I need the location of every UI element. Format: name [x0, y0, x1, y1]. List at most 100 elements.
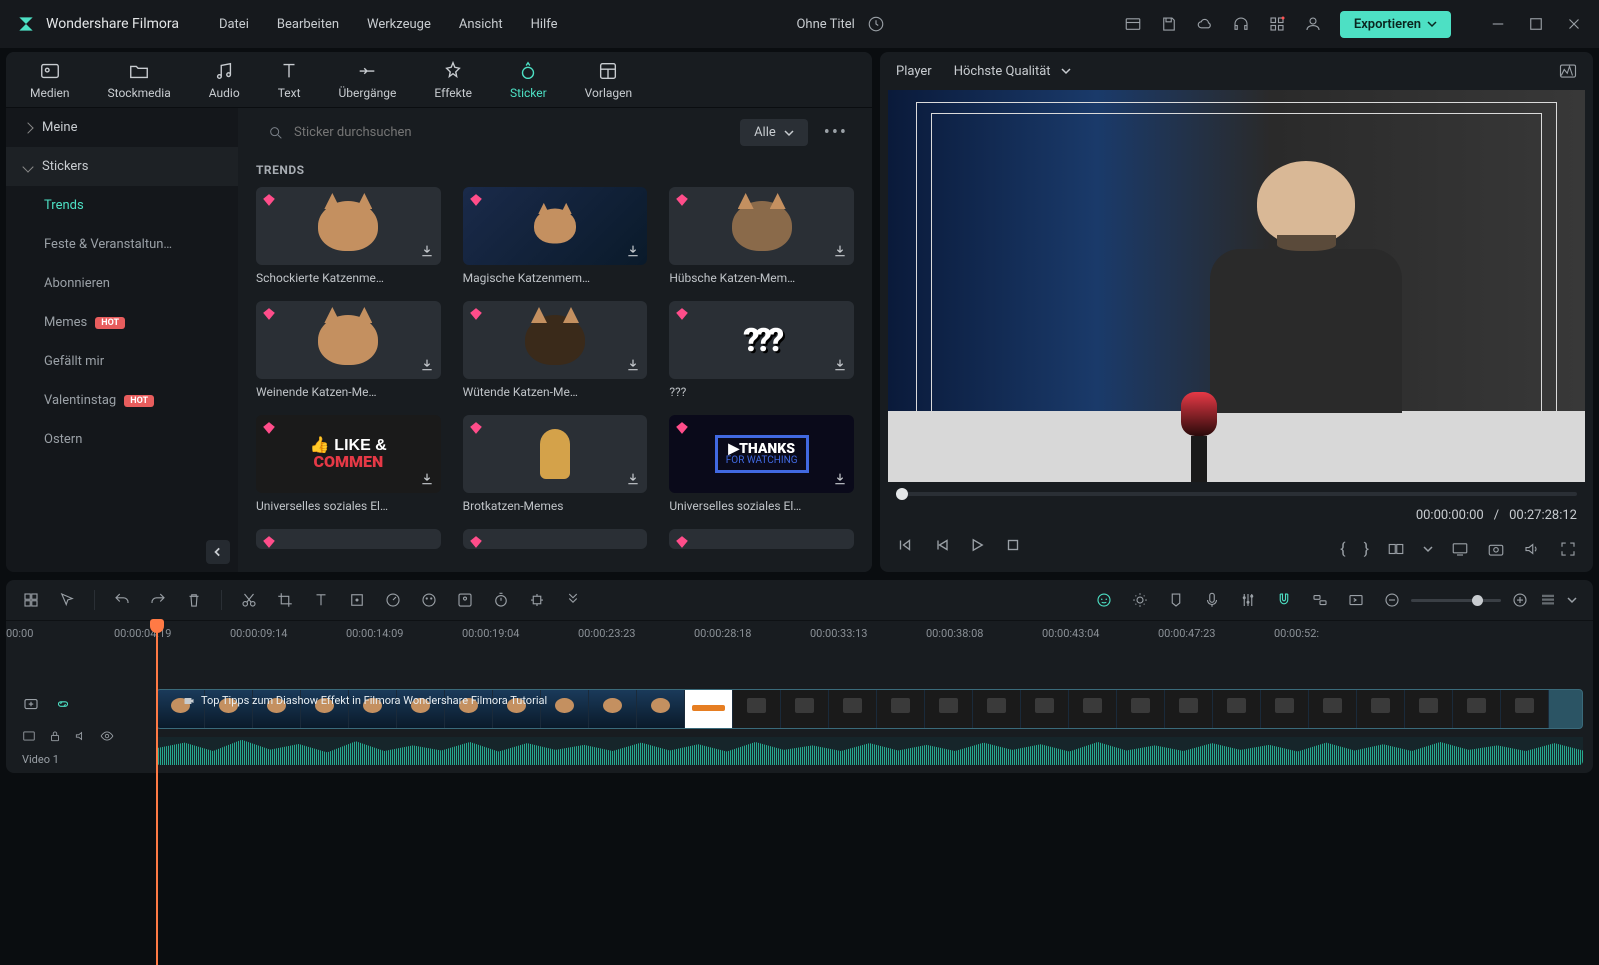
eye-icon[interactable] — [100, 729, 114, 743]
magnet-icon[interactable] — [1275, 591, 1293, 609]
zoom-in-icon[interactable] — [1511, 591, 1529, 609]
fullscreen-icon[interactable] — [1559, 540, 1577, 558]
grid-item[interactable]: Magische Katzenmem… — [463, 187, 648, 285]
motion-icon[interactable] — [528, 591, 546, 609]
play-backward-icon[interactable] — [932, 536, 950, 554]
menu-datei[interactable]: Datei — [219, 17, 249, 32]
cut-icon[interactable] — [240, 591, 258, 609]
cloud-icon[interactable] — [1196, 15, 1214, 33]
video-clip[interactable]: Top Tipps zum Diashow Effekt in Filmora … — [156, 689, 1583, 729]
grid-item[interactable]: ▶THANKSFOR WATCHINGUniverselles soziales… — [669, 415, 854, 513]
download-icon[interactable] — [419, 471, 435, 487]
mic-icon[interactable] — [1203, 591, 1221, 609]
audio-waveform[interactable] — [156, 737, 1583, 765]
speed-icon[interactable] — [384, 591, 402, 609]
grid-item[interactable]: Schockierte Katzenme… — [256, 187, 441, 285]
prev-frame-icon[interactable] — [896, 536, 914, 554]
tab-uebergaenge[interactable]: Übergänge — [339, 60, 397, 100]
tab-vorlagen[interactable]: Vorlagen — [585, 60, 632, 100]
sidebar-item-ostern[interactable]: Ostern — [6, 420, 238, 459]
grid-item[interactable]: Wütende Katzen-Me… — [463, 301, 648, 399]
filter-dropdown[interactable]: Alle — [740, 119, 808, 146]
chevron-down-icon[interactable] — [1423, 544, 1433, 554]
redo-icon[interactable] — [149, 591, 167, 609]
preview-monitor[interactable] — [888, 90, 1585, 482]
export-button[interactable]: Exportieren — [1340, 11, 1451, 38]
grid-item[interactable]: 👍 LIKE &COMMENUniverselles soziales El… — [256, 415, 441, 513]
quality-selector[interactable]: Höchste Qualität — [954, 64, 1071, 79]
text-tool-icon[interactable] — [312, 591, 330, 609]
volume-icon[interactable] — [1523, 540, 1541, 558]
sidebar-item-trends[interactable]: Trends — [6, 186, 238, 225]
apps-icon[interactable] — [1268, 15, 1286, 33]
download-icon[interactable] — [625, 471, 641, 487]
user-icon[interactable] — [1304, 15, 1322, 33]
more-tools-icon[interactable] — [564, 591, 582, 609]
download-icon[interactable] — [625, 243, 641, 259]
menu-werkzeuge[interactable]: Werkzeuge — [367, 17, 431, 32]
headphones-icon[interactable] — [1232, 15, 1250, 33]
collapse-sidebar-button[interactable] — [206, 540, 230, 564]
player-progress[interactable] — [896, 492, 1577, 496]
player-tab[interactable]: Player — [896, 64, 932, 79]
mark-out-icon[interactable]: } — [1364, 539, 1369, 558]
grid-item[interactable] — [463, 529, 648, 549]
save-icon[interactable] — [1160, 15, 1178, 33]
download-icon[interactable] — [832, 243, 848, 259]
select-all-icon[interactable] — [22, 591, 40, 609]
color-icon[interactable] — [420, 591, 438, 609]
minimize-icon[interactable] — [1489, 15, 1507, 33]
delete-icon[interactable] — [185, 591, 203, 609]
play-icon[interactable] — [968, 536, 986, 554]
tab-medien[interactable]: Medien — [30, 60, 70, 100]
tab-stockmedia[interactable]: Stockmedia — [108, 60, 171, 100]
stop-icon[interactable] — [1004, 536, 1022, 554]
grid-item[interactable] — [256, 529, 441, 549]
close-icon[interactable] — [1565, 15, 1583, 33]
autoscroll-icon[interactable] — [1347, 591, 1365, 609]
tab-audio[interactable]: Audio — [209, 60, 240, 100]
filmstrip-icon[interactable] — [22, 729, 36, 743]
grid-item[interactable]: Weinende Katzen-Me… — [256, 301, 441, 399]
more-options-button[interactable]: ••• — [818, 118, 854, 147]
greenscreen-icon[interactable] — [456, 591, 474, 609]
menu-bearbeiten[interactable]: Bearbeiten — [277, 17, 339, 32]
sidebar-item-memes[interactable]: MemesHOT — [6, 303, 238, 342]
snapshot-icon[interactable] — [1487, 540, 1505, 558]
timeline-ruler[interactable]: 00:00 00:00:04:19 00:00:09:14 00:00:14:0… — [6, 621, 1593, 659]
sidebar-item-gefaellt[interactable]: Gefällt mir — [6, 342, 238, 381]
playhead[interactable] — [156, 621, 158, 965]
sidebar-group-stickers[interactable]: Stickers — [6, 147, 238, 186]
timer-icon[interactable] — [492, 591, 510, 609]
crop-icon[interactable] — [276, 591, 294, 609]
history-icon[interactable] — [867, 15, 885, 33]
tab-effekte[interactable]: Effekte — [434, 60, 472, 100]
zoom-out-icon[interactable] — [1383, 591, 1401, 609]
mark-in-icon[interactable]: { — [1340, 539, 1345, 558]
link-icon[interactable] — [1311, 591, 1329, 609]
sidebar-item-feste[interactable]: Feste & Veranstaltun… — [6, 225, 238, 264]
grid-item[interactable]: Brotkatzen-Memes — [463, 415, 648, 513]
display-icon[interactable] — [1451, 540, 1469, 558]
download-icon[interactable] — [419, 243, 435, 259]
scopes-icon[interactable] — [1559, 62, 1577, 80]
undo-icon[interactable] — [113, 591, 131, 609]
download-icon[interactable] — [419, 357, 435, 373]
sidebar-item-valentinstag[interactable]: ValentinstagHOT — [6, 381, 238, 420]
link-toggle-icon[interactable] — [54, 695, 72, 713]
grid-item[interactable]: ?????? — [669, 301, 854, 399]
download-icon[interactable] — [832, 471, 848, 487]
search-input[interactable] — [294, 125, 718, 140]
grid-item[interactable]: Hübsche Katzen-Mem… — [669, 187, 854, 285]
tab-text[interactable]: Text — [278, 60, 301, 100]
compare-icon[interactable] — [1387, 540, 1405, 558]
view-options-icon[interactable] — [1539, 591, 1557, 609]
sidebar-item-abonnieren[interactable]: Abonnieren — [6, 264, 238, 303]
mixer-icon[interactable] — [1239, 591, 1257, 609]
sidebar-group-meine[interactable]: Meine — [6, 108, 238, 147]
lock-icon[interactable] — [48, 729, 62, 743]
search-box[interactable] — [256, 119, 730, 147]
tab-sticker[interactable]: Sticker — [510, 60, 547, 100]
download-icon[interactable] — [625, 357, 641, 373]
maximize-icon[interactable] — [1527, 15, 1545, 33]
